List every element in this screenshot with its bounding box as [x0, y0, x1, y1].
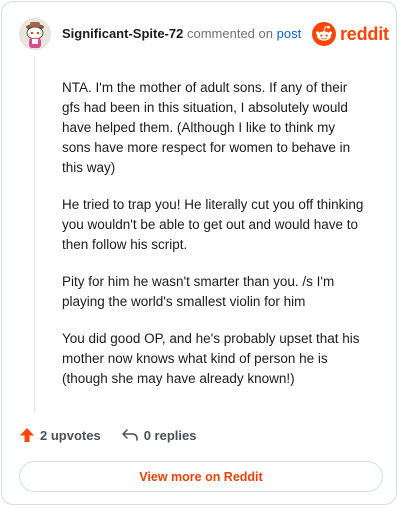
reddit-wordmark: reddit	[340, 24, 389, 44]
reddit-logo-icon	[312, 22, 336, 46]
replies-count: 0 replies	[143, 427, 197, 443]
reply-arrow-icon	[121, 429, 138, 441]
snoo-avatar-icon	[19, 18, 51, 50]
comment-paragraph: You did good OP, and he's probably upset…	[62, 331, 360, 386]
thread-line	[34, 56, 35, 412]
upvote-arrow-icon	[20, 428, 34, 442]
username-link[interactable]: Significant-Spite-72	[62, 26, 183, 41]
comment-embed-card: Significant-Spite-72 commented on post r…	[1, 1, 397, 505]
comment-paragraph: NTA. I'm the mother of adult sons. If an…	[62, 80, 351, 175]
comment-header: Significant-Spite-72 commented on post	[62, 26, 301, 42]
comment-body: NTA. I'm the mother of adult sons. If an…	[62, 78, 367, 406]
comment-actions: 2 upvotes 0 replies	[19, 427, 196, 443]
user-avatar[interactable]	[19, 18, 51, 50]
comment-paragraph: He tried to trap you! He literally cut y…	[62, 197, 364, 252]
commented-on-text: commented on	[186, 26, 273, 41]
upvotes-count: 2 upvotes	[40, 427, 101, 443]
replies-button[interactable]: 0 replies	[121, 427, 197, 443]
reddit-logo[interactable]: reddit	[312, 22, 389, 46]
upvote-button[interactable]: 2 upvotes	[19, 427, 101, 443]
view-more-on-reddit-button[interactable]: View more on Reddit	[19, 461, 383, 492]
post-link[interactable]: post	[277, 26, 302, 41]
comment-paragraph: Pity for him he wasn't smarter than you.…	[62, 274, 335, 309]
